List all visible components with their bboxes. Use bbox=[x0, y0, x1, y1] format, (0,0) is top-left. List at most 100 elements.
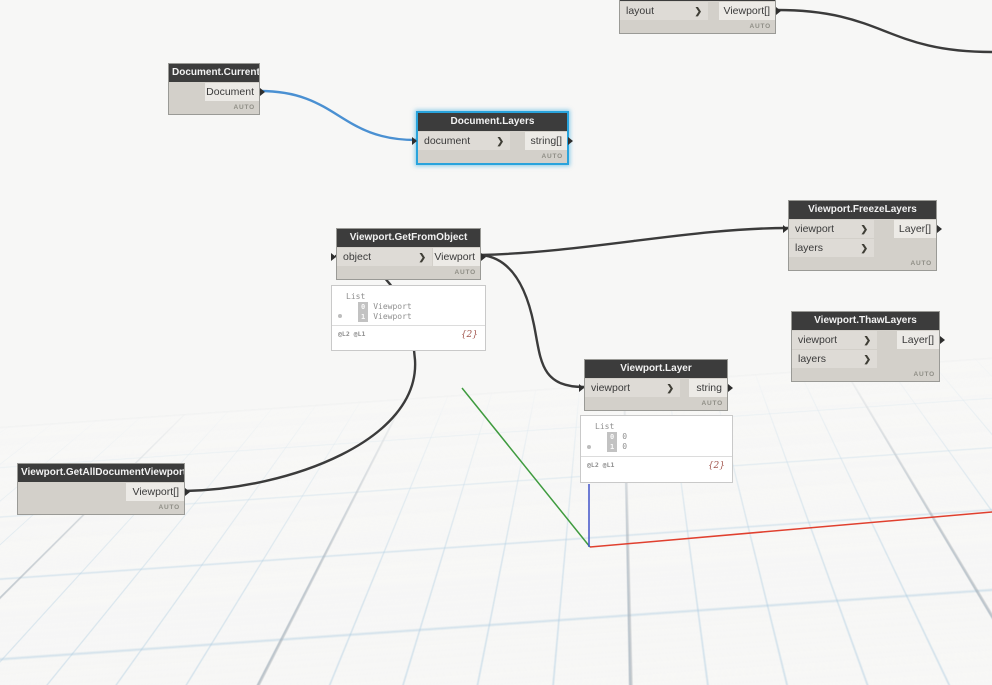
input-port-label: layers bbox=[795, 242, 824, 254]
node-viewport-getfromobject[interactable]: Viewport.GetFromObject object ❯ Viewport… bbox=[331, 228, 486, 280]
lacing-levels: @L2 @L1 bbox=[587, 461, 615, 469]
node-title[interactable]: Viewport.Layer bbox=[585, 360, 727, 378]
input-port-layout[interactable]: layout ❯ bbox=[620, 2, 708, 20]
preview-root-label: List bbox=[595, 422, 615, 431]
node-title[interactable]: Viewport.FreezeLayers bbox=[789, 201, 936, 219]
output-port-label: string bbox=[696, 382, 722, 394]
node-viewport-getalldocumentviewports[interactable]: Viewport.GetAllDocumentViewports Viewpor… bbox=[17, 463, 190, 515]
preview-bubble-viewports[interactable]: List 0 Viewport 1 Viewport @L2 @L1 {2} bbox=[331, 285, 486, 351]
chevron-right-icon[interactable]: ❯ bbox=[694, 2, 708, 20]
input-port-viewport[interactable]: viewport ❯ bbox=[585, 379, 680, 397]
output-connector[interactable] bbox=[940, 336, 945, 344]
output-connector[interactable] bbox=[481, 253, 486, 261]
input-connector[interactable] bbox=[412, 137, 417, 145]
output-connector[interactable] bbox=[776, 7, 781, 15]
output-port-viewport[interactable]: Viewport bbox=[433, 248, 480, 266]
output-port-strings[interactable]: string[] bbox=[525, 132, 567, 150]
node-title[interactable]: Document.Layers bbox=[418, 113, 567, 131]
lacing-levels: @L2 @L1 bbox=[338, 330, 366, 338]
node-viewport-layer[interactable]: Viewport.Layer viewport ❯ string AUTO bbox=[579, 359, 733, 411]
output-port-string[interactable]: string bbox=[689, 379, 727, 397]
output-port-label: Viewport[] bbox=[132, 486, 180, 498]
chevron-right-icon[interactable]: ❯ bbox=[860, 220, 874, 238]
lacing-mode[interactable]: AUTO bbox=[234, 104, 256, 111]
lacing-mode[interactable]: AUTO bbox=[542, 153, 564, 160]
output-connector[interactable] bbox=[728, 384, 733, 392]
input-port-layers[interactable]: layers ❯ bbox=[789, 239, 874, 257]
list-index-badge: 0 bbox=[607, 432, 618, 442]
preview-bubble-layers[interactable]: List 00 10 @L2 @L1 {2} bbox=[580, 415, 733, 483]
chevron-right-icon[interactable]: ❯ bbox=[496, 132, 510, 150]
output-port-label: Layer[] bbox=[901, 334, 934, 346]
input-port-viewport[interactable]: viewport ❯ bbox=[792, 331, 877, 349]
wire-viewport-to-layer[interactable] bbox=[479, 253, 586, 389]
output-port-layers[interactable]: Layer[] bbox=[894, 220, 936, 238]
lacing-mode[interactable]: AUTO bbox=[455, 269, 477, 276]
input-port-label: document bbox=[424, 135, 471, 147]
chevron-right-icon[interactable]: ❯ bbox=[863, 350, 877, 368]
chevron-right-icon[interactable]: ❯ bbox=[860, 239, 874, 257]
chevron-right-icon[interactable]: ❯ bbox=[666, 379, 680, 397]
list-item: 10 bbox=[595, 442, 726, 452]
node-document-current[interactable]: Document.Current Document AUTO bbox=[168, 63, 265, 115]
output-port-viewports[interactable]: Viewport[] bbox=[126, 483, 184, 501]
wire-document-to-layers[interactable] bbox=[258, 89, 418, 142]
list-index-badge: 1 bbox=[358, 312, 369, 322]
node-viewport-thawlayers[interactable]: Viewport.ThawLayers viewport ❯ Layer[] l… bbox=[791, 311, 945, 382]
list-item: 1 Viewport bbox=[346, 312, 479, 322]
output-connector[interactable] bbox=[568, 137, 573, 145]
output-port-document[interactable]: Document bbox=[205, 83, 259, 101]
lacing-mode[interactable]: AUTO bbox=[914, 371, 936, 378]
input-port-label: viewport bbox=[591, 382, 631, 394]
node-title[interactable]: Document.Current bbox=[169, 64, 259, 82]
list-count: {2} bbox=[707, 461, 725, 471]
list-index-badge: 1 bbox=[607, 442, 618, 452]
expand-toggle[interactable] bbox=[338, 314, 342, 318]
output-port-label: Layer[] bbox=[898, 223, 931, 235]
node-title[interactable]: Viewport.GetFromObject bbox=[337, 229, 480, 247]
list-value: 0 bbox=[622, 442, 628, 451]
node-title[interactable] bbox=[620, 0, 775, 1]
input-port-label: viewport bbox=[795, 223, 835, 235]
list-item: 00 bbox=[595, 432, 726, 442]
node-document-layers[interactable]: Document.Layers document ❯ string[] AUTO bbox=[412, 111, 573, 165]
input-port-viewport[interactable]: viewport ❯ bbox=[789, 220, 874, 238]
input-connector[interactable] bbox=[579, 384, 584, 392]
node-layout-partial[interactable]: layout ❯ Viewport[] AUTO bbox=[619, 0, 781, 34]
output-port-label: string[] bbox=[530, 135, 562, 147]
output-connector[interactable] bbox=[185, 488, 190, 496]
output-port-label: Viewport[] bbox=[723, 5, 771, 17]
node-title[interactable]: Viewport.GetAllDocumentViewports bbox=[18, 464, 184, 482]
wire-viewport-to-freezelayers[interactable] bbox=[479, 226, 790, 257]
lacing-mode[interactable]: AUTO bbox=[750, 23, 772, 30]
output-connector[interactable] bbox=[937, 225, 942, 233]
chevron-right-icon[interactable]: ❯ bbox=[863, 331, 877, 349]
expand-toggle[interactable] bbox=[587, 445, 591, 449]
input-port-label: layout bbox=[626, 5, 655, 17]
lacing-mode[interactable]: AUTO bbox=[911, 260, 933, 267]
lacing-mode[interactable]: AUTO bbox=[702, 400, 724, 407]
lacing-mode[interactable]: AUTO bbox=[159, 504, 181, 511]
dynamo-canvas[interactable]: layout ❯ Viewport[] AUTO Document.Curren… bbox=[0, 0, 992, 685]
output-port-label: Viewport bbox=[434, 251, 475, 263]
list-item: 0 Viewport bbox=[346, 302, 479, 312]
list-index-badge: 0 bbox=[358, 302, 369, 312]
input-port-label: layers bbox=[798, 353, 827, 365]
node-title[interactable]: Viewport.ThawLayers bbox=[792, 312, 939, 330]
list-value: Viewport bbox=[373, 312, 412, 321]
wire-layout-viewports-out[interactable] bbox=[775, 8, 992, 54]
node-viewport-freezelayers[interactable]: Viewport.FreezeLayers viewport ❯ Layer[]… bbox=[783, 200, 942, 271]
input-port-label: object bbox=[343, 251, 372, 263]
list-value: Viewport bbox=[373, 302, 412, 311]
input-port-object[interactable]: object ❯ bbox=[337, 248, 432, 266]
chevron-right-icon[interactable]: ❯ bbox=[418, 248, 432, 266]
input-port-label: viewport bbox=[798, 334, 838, 346]
output-port-layers[interactable]: Layer[] bbox=[897, 331, 939, 349]
input-connector[interactable] bbox=[783, 225, 788, 233]
output-port-viewports[interactable]: Viewport[] bbox=[719, 2, 775, 20]
output-connector[interactable] bbox=[260, 88, 265, 96]
output-port-label: Document bbox=[206, 86, 254, 98]
input-connector[interactable] bbox=[331, 253, 336, 261]
input-port-layers[interactable]: layers ❯ bbox=[792, 350, 877, 368]
input-port-document[interactable]: document ❯ bbox=[418, 132, 510, 150]
